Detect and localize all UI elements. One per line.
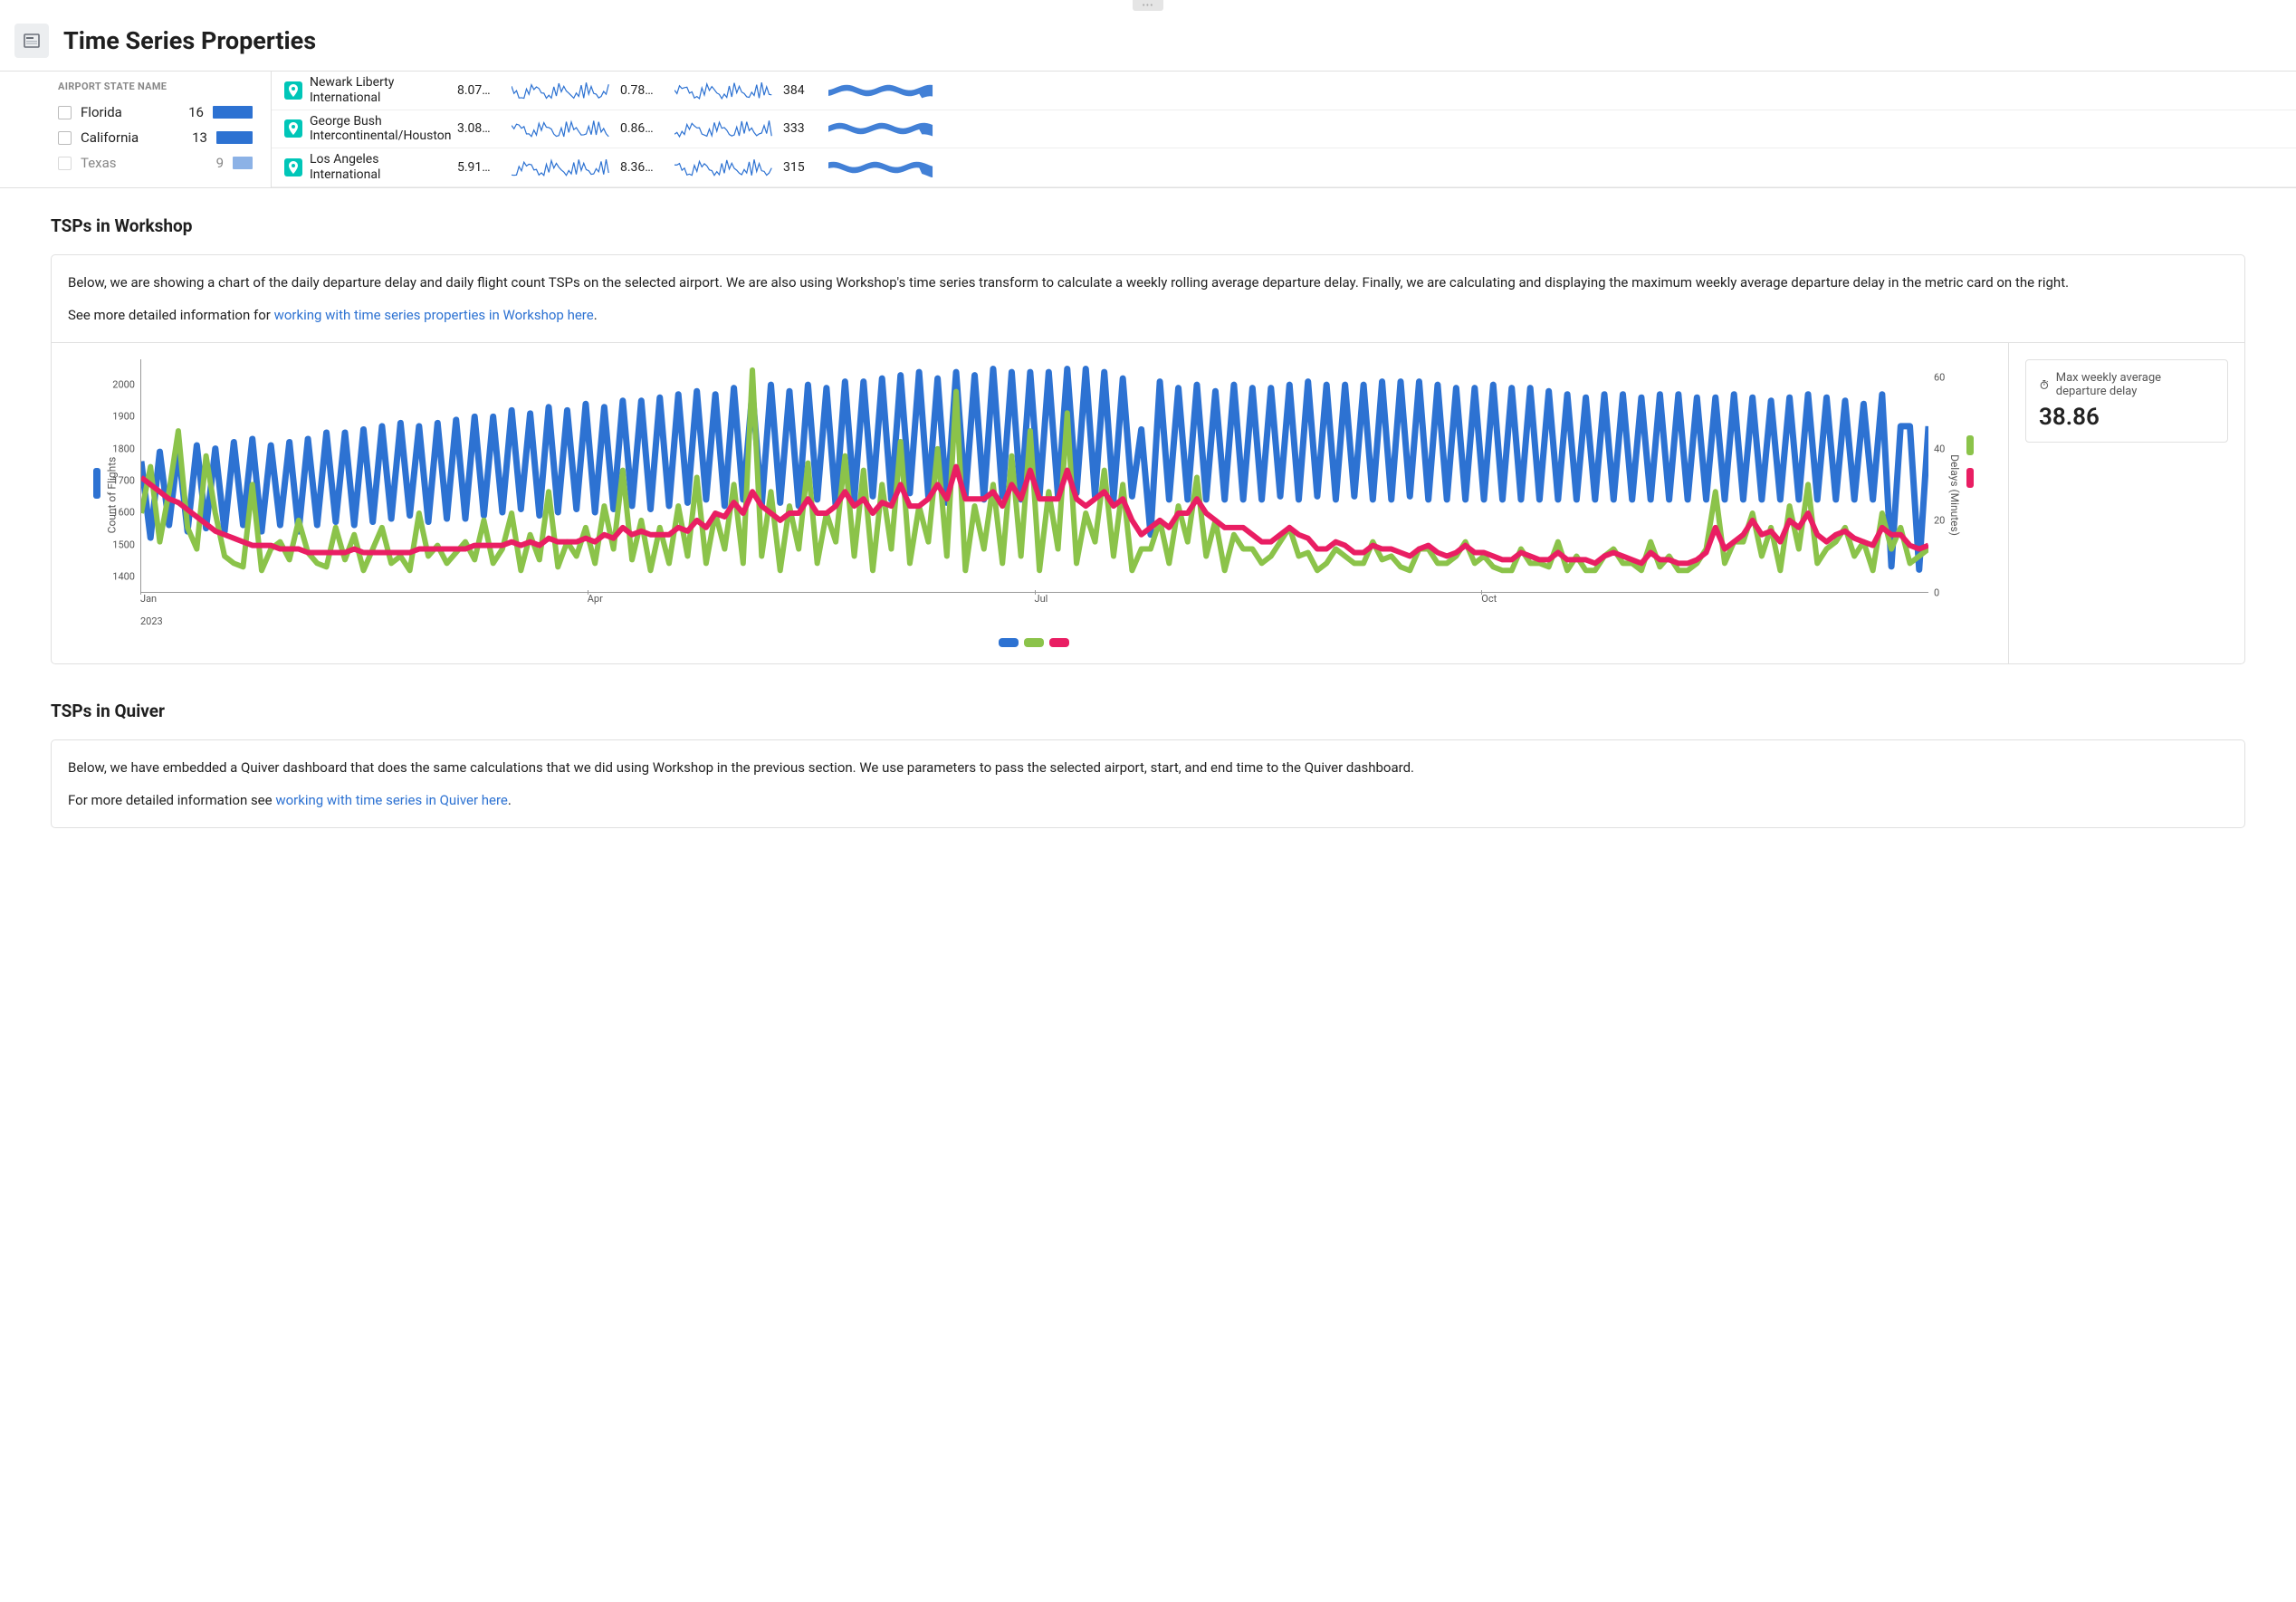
value-col-1: 3.08… xyxy=(457,121,504,136)
workshop-tsp-link[interactable]: working with time series properties in W… xyxy=(274,307,594,323)
workshop-chart-area: Count of Flights Delays (Minutes) 140015… xyxy=(52,343,2244,663)
location-pin-icon xyxy=(284,158,302,176)
window-resize-handle[interactable]: ••• xyxy=(0,0,2296,11)
table-row[interactable]: Newark Liberty International 8.07… 0.78…… xyxy=(272,72,2296,110)
stopwatch-icon xyxy=(2039,378,2050,391)
left-axis-series-swatch xyxy=(93,468,100,499)
tsps-workshop-section: TSPs in Workshop Below, we are showing a… xyxy=(0,188,2296,673)
airport-name: Los Angeles International xyxy=(310,152,450,183)
workshop-card: Below, we are showing a chart of the dai… xyxy=(51,254,2245,664)
max-weekly-avg-metric-card: Max weekly average departure delay 38.86 xyxy=(2025,359,2228,443)
sparkline-1 xyxy=(512,81,613,100)
filter-count: 13 xyxy=(186,129,207,146)
metric-side-panel: Max weekly average departure delay 38.86 xyxy=(2009,343,2244,663)
value-col-3: 315 xyxy=(783,160,821,175)
value-col-1: 5.91… xyxy=(457,160,504,175)
tsps-quiver-section: TSPs in Quiver Below, we have embedded a… xyxy=(0,673,2296,837)
filter-name: Florida xyxy=(81,104,173,120)
x-axis-year: 2023 xyxy=(140,615,163,627)
section-title-workshop: TSPs in Workshop xyxy=(51,215,2245,236)
location-pin-icon xyxy=(284,81,302,100)
value-col-3: 384 xyxy=(783,83,821,98)
y-ticks-right: 0204060 xyxy=(1930,359,1957,593)
right-axis-series-swatch-green xyxy=(1966,435,1974,455)
chart-legend xyxy=(68,638,1999,647)
table-row[interactable]: Los Angeles International 5.91… 8.36… 31… xyxy=(272,148,2296,187)
legend-swatch-blue xyxy=(999,638,1019,647)
airport-table: Newark Liberty International 8.07… 0.78…… xyxy=(272,72,2296,187)
value-col-2: 8.36… xyxy=(620,160,667,175)
filter-row[interactable]: Texas 9 xyxy=(58,150,253,176)
right-axis-series-swatch-pink xyxy=(1966,468,1974,488)
airport-name: Newark Liberty International xyxy=(310,75,450,106)
sparkline-2 xyxy=(674,119,776,138)
metric-label: Max weekly average departure delay xyxy=(2056,371,2215,398)
legend-swatch-green xyxy=(1024,638,1044,647)
plot-area xyxy=(140,359,1928,593)
filter-row[interactable]: Florida 16 xyxy=(58,100,253,125)
filter-name: Texas xyxy=(81,155,193,171)
filter-bar xyxy=(213,106,253,119)
sparkline-3 xyxy=(828,157,937,177)
filter-count: 16 xyxy=(182,104,204,120)
checkbox[interactable] xyxy=(58,106,72,119)
legend-swatch-pink xyxy=(1049,638,1069,647)
sparkline-2 xyxy=(674,157,776,177)
airport-name: George Bush Intercontinental/Houston xyxy=(310,114,450,145)
top-filter-table-section: AIRPORT STATE NAME Florida 16 California… xyxy=(0,72,2296,188)
sparkline-2 xyxy=(674,81,776,100)
quiver-desc-p2: For more detailed information see workin… xyxy=(68,789,2228,811)
quiver-tsp-link[interactable]: working with time series in Quiver here xyxy=(275,792,508,808)
document-icon xyxy=(14,24,49,58)
quiver-desc-p1: Below, we have embedded a Quiver dashboa… xyxy=(68,757,2228,778)
workshop-description: Below, we are showing a chart of the dai… xyxy=(52,255,2244,343)
location-pin-icon xyxy=(284,119,302,138)
value-col-3: 333 xyxy=(783,121,821,136)
workshop-desc-p2: See more detailed information for workin… xyxy=(68,304,2228,326)
grip-icon: ••• xyxy=(1133,0,1163,11)
page-header: Time Series Properties xyxy=(0,11,2296,72)
workshop-desc-p1: Below, we are showing a chart of the dai… xyxy=(68,272,2228,293)
sparkline-3 xyxy=(828,119,937,138)
x-ticks: JanAprJulOct xyxy=(140,593,1928,611)
quiver-card: Below, we have embedded a Quiver dashboa… xyxy=(51,739,2245,828)
quiver-description: Below, we have embedded a Quiver dashboa… xyxy=(52,740,2244,827)
section-title-quiver: TSPs in Quiver xyxy=(51,701,2245,721)
metric-value: 38.86 xyxy=(2039,404,2215,431)
value-col-2: 0.86… xyxy=(620,121,667,136)
time-series-chart[interactable]: Count of Flights Delays (Minutes) 140015… xyxy=(93,359,1974,631)
filter-bar xyxy=(233,157,253,169)
filter-group-label: AIRPORT STATE NAME xyxy=(58,81,253,92)
sparkline-1 xyxy=(512,157,613,177)
page-title: Time Series Properties xyxy=(63,26,316,55)
value-col-2: 0.78… xyxy=(620,83,667,98)
filter-row[interactable]: California 13 xyxy=(58,125,253,150)
table-row[interactable]: George Bush Intercontinental/Houston 3.0… xyxy=(272,110,2296,149)
sparkline-1 xyxy=(512,119,613,138)
filter-bar xyxy=(216,131,253,144)
sparkline-3 xyxy=(828,81,937,100)
filter-panel: AIRPORT STATE NAME Florida 16 California… xyxy=(0,72,272,187)
checkbox[interactable] xyxy=(58,157,72,170)
value-col-1: 8.07… xyxy=(457,83,504,98)
filter-name: California xyxy=(81,129,177,146)
filter-count: 9 xyxy=(202,155,224,171)
checkbox[interactable] xyxy=(58,131,72,145)
metric-label-row: Max weekly average departure delay xyxy=(2039,371,2215,398)
y-ticks-left: 1400150016001700180019002000 xyxy=(108,359,139,593)
chart-main-panel: Count of Flights Delays (Minutes) 140015… xyxy=(52,343,2009,663)
